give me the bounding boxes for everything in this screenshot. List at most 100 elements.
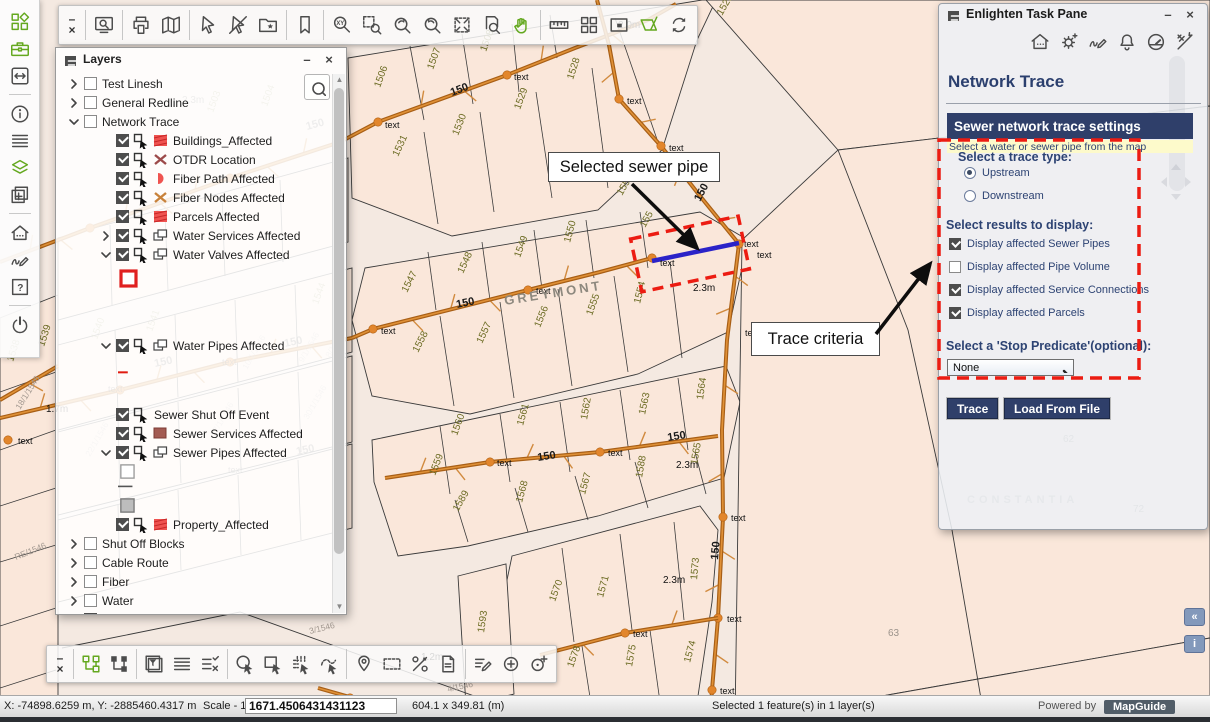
layer-checkbox[interactable] [116,153,129,166]
layer-row[interactable]: Sewer Services Affected [56,424,332,443]
layer-row[interactable]: Water Pipes Affected [56,336,332,355]
task-pane-minimize-button[interactable]: – [1157,7,1179,22]
layer-checkbox[interactable] [84,575,97,588]
layer-checkbox[interactable] [116,134,129,147]
layers-button[interactable] [5,154,35,181]
select-layer-icon[interactable] [133,247,149,263]
chevron-right-icon[interactable] [68,538,80,550]
deselect-pointer-button[interactable] [223,8,253,42]
sketch-icon-button[interactable] [1086,30,1110,54]
overview-map-button[interactable] [604,8,634,42]
layer-checkbox[interactable] [116,229,129,242]
layer-checkbox[interactable] [84,613,97,615]
checkbox[interactable] [949,261,961,273]
layer-checkbox[interactable] [116,408,129,421]
layer-checkbox[interactable] [84,556,97,569]
pan-button[interactable] [507,8,537,42]
select-layer-icon[interactable] [133,190,149,206]
layer-checkbox[interactable] [84,77,97,90]
chevron-right-icon[interactable] [68,595,80,607]
bookmark-button[interactable] [290,8,320,42]
chevron-right-icon[interactable] [68,97,80,109]
layer-row[interactable]: Buildings_Affected [56,131,332,150]
result-option[interactable]: Display affected Parcels [949,307,1085,319]
layer-row[interactable]: Shut Off Blocks [56,534,332,553]
zoom-next-button[interactable] [417,8,447,42]
zoom-previous-button[interactable] [387,8,417,42]
select-layer-icon[interactable] [133,426,149,442]
print-button[interactable] [126,8,156,42]
trace-type-option-downstream[interactable]: Downstream [964,190,1044,202]
layer-row[interactable]: Fiber [56,572,332,591]
scrollbar-thumb[interactable] [334,88,344,554]
layer-checkbox[interactable] [84,594,97,607]
scroll-up-icon[interactable]: ▲ [333,74,346,86]
radio-button[interactable] [964,190,976,202]
layer-checkbox[interactable] [116,427,129,440]
layer-checkbox[interactable] [84,96,97,109]
chevron-down-icon[interactable] [100,340,112,352]
layer-row[interactable]: Water [56,591,332,610]
dashboard-icon-button[interactable] [1144,30,1168,54]
split-geometry-button[interactable] [406,647,434,681]
chevron-down-icon[interactable] [100,249,112,261]
layers-scrollbar[interactable]: ▲ ▼ [332,74,345,613]
select-layer-icon[interactable] [133,445,149,461]
open-project-button[interactable] [253,8,283,42]
select-layer-icon[interactable] [133,171,149,187]
zoom-window-button[interactable] [357,8,387,42]
legend-button[interactable] [5,127,35,154]
layer-row[interactable]: Parcels Affected [56,207,332,226]
layer-checkbox[interactable] [116,210,129,223]
checkbox[interactable] [949,307,961,319]
tile-view-button[interactable] [574,8,604,42]
collapse-panel-button[interactable]: « [1184,608,1205,626]
layer-row[interactable]: Network Trace [56,112,332,131]
trace-type-option-upstream[interactable]: Upstream [964,167,1030,179]
layer-row[interactable]: Property_Affected [56,515,332,534]
layer-checkbox[interactable] [84,115,97,128]
layer-row[interactable]: General Redline [56,93,332,112]
layer-row[interactable]: Fiber Nodes Affected [56,188,332,207]
layer-row[interactable]: Water Services Affected [56,226,332,245]
trace-button[interactable]: Trace [947,398,998,419]
select-layer-icon[interactable] [133,517,149,533]
layer-row[interactable]: Sewer Pipes Affected [56,443,332,462]
layer-checkbox[interactable] [116,172,129,185]
result-option[interactable]: Display affected Service Connections [949,284,1149,296]
home-icon-button[interactable] [1028,30,1052,54]
filter-layers-button[interactable] [140,647,168,681]
zoom-extents-button[interactable] [447,8,477,42]
measure-button[interactable] [544,8,574,42]
notifications-icon-button[interactable] [1115,30,1139,54]
layers-close-button[interactable]: × [318,52,340,67]
panel-toggle-button[interactable] [5,62,35,89]
chevron-down-icon[interactable] [68,614,80,616]
layer-row[interactable]: Sewer Shut Off Event [56,405,332,424]
select-extent-button[interactable] [378,647,406,681]
stop-predicate-select[interactable]: None [947,359,1074,376]
scheme-dark-button[interactable] [105,647,133,681]
scheme-green-button[interactable] [77,647,105,681]
clear-selection-button[interactable] [196,647,224,681]
chevron-right-icon[interactable] [68,557,80,569]
legend-list-button[interactable] [168,647,196,681]
chevron-right-icon[interactable] [68,576,80,588]
chevron-right-icon[interactable] [68,78,80,90]
layer-row[interactable]: Test Linesh [56,74,332,93]
select-layer-icon[interactable] [133,152,149,168]
home-button[interactable] [5,219,35,246]
feature-info-button[interactable] [434,647,462,681]
layer-row[interactable]: Sewer [56,610,332,615]
select-layer-icon[interactable] [133,228,149,244]
select-layer-icon[interactable] [133,133,149,149]
select-pointer-button[interactable] [193,8,223,42]
add-coordinate-button[interactable] [497,647,525,681]
chevron-down-icon[interactable] [100,447,112,459]
locate-button[interactable] [350,647,378,681]
zoom-xy-button[interactable]: XY [327,8,357,42]
info-button[interactable] [5,100,35,127]
toolbox-button[interactable] [5,35,35,62]
select-polygon-button[interactable] [259,647,287,681]
toolbar-close-button[interactable]: × [56,664,63,675]
